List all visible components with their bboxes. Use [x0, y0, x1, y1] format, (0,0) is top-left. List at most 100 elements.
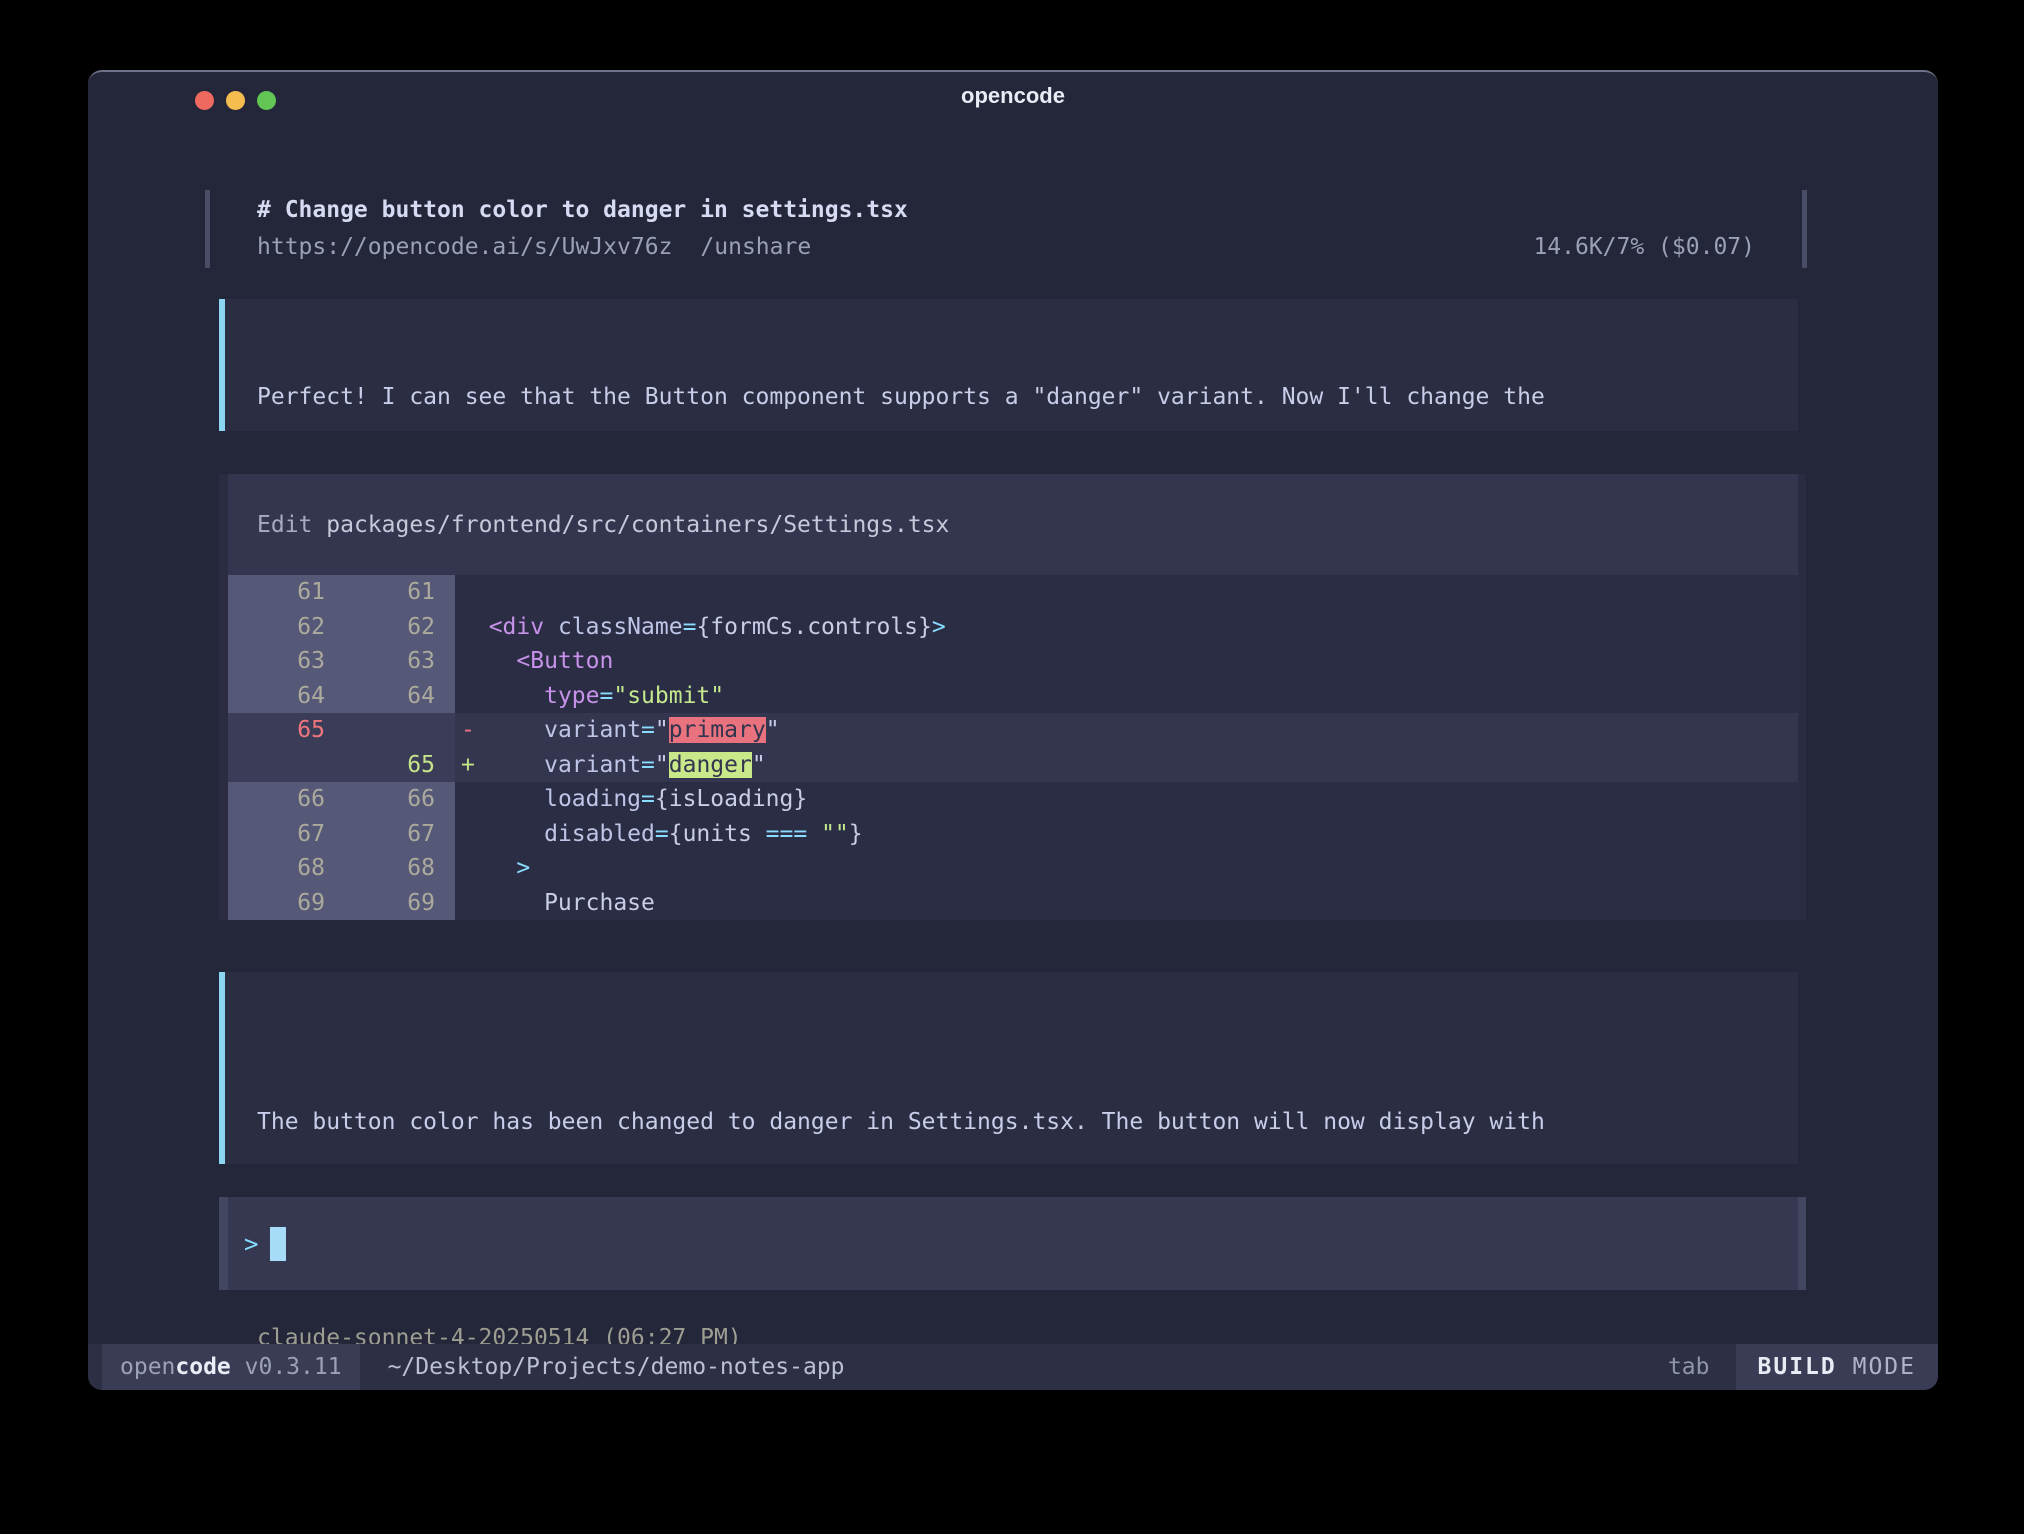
message-line: The button color has been changed to dan… — [257, 1104, 1798, 1140]
build-mode-chip: BUILD MODE — [1736, 1344, 1939, 1390]
code-token: type — [544, 683, 599, 709]
code-token: = — [683, 614, 697, 640]
code-token: Purchase — [461, 890, 655, 916]
code-token: "submit" — [613, 683, 724, 709]
line-number-new — [325, 713, 455, 748]
diff-row: 6868 > — [228, 851, 1798, 886]
line-number-new: 61 — [325, 575, 455, 610]
diff-code-line: <Button — [455, 644, 1798, 679]
line-number-new: 64 — [325, 679, 455, 714]
line-number-old: 63 — [228, 644, 325, 679]
code-token: " — [766, 717, 780, 743]
diff-code-line: - variant="primary" — [455, 713, 1798, 748]
app-version-chip: opencode v0.3.11 — [102, 1344, 360, 1390]
code-token — [461, 855, 516, 881]
diff-code-line: type="submit" — [455, 679, 1798, 714]
line-number-old: 67 — [228, 817, 325, 852]
code-token: danger — [669, 752, 752, 778]
share-url[interactable]: https://opencode.ai/s/UwJxv76z — [257, 229, 672, 266]
diff-row: 6161 — [228, 575, 1798, 610]
line-number-old: 64 — [228, 679, 325, 714]
code-token: > — [516, 855, 530, 881]
message-line: Perfect! I can see that the Button compo… — [257, 379, 1798, 415]
diff-code-line: > — [455, 851, 1798, 886]
diff-row: 65 - variant="primary" — [228, 713, 1798, 748]
code-token — [461, 821, 544, 847]
code-token: } — [849, 821, 863, 847]
unshare-command[interactable]: /unshare — [700, 229, 811, 266]
code-token — [461, 683, 544, 709]
code-token: <Button — [516, 648, 613, 674]
window-title: opencode — [88, 83, 1938, 109]
diff-row: 6666 loading={isLoading} — [228, 782, 1798, 817]
line-number-old: 65 — [228, 713, 325, 748]
line-number-old: 66 — [228, 782, 325, 817]
code-token: variant — [544, 752, 641, 778]
line-number-new: 65 — [325, 748, 455, 783]
code-token: = — [641, 786, 655, 812]
code-token — [475, 752, 544, 778]
diff-code-line: <div className={formCs.controls}> — [455, 610, 1798, 645]
code-token: = — [641, 717, 655, 743]
code-token: + — [461, 752, 475, 778]
code-token: <div — [489, 614, 544, 640]
code-token: " — [752, 752, 766, 778]
line-number-old — [228, 748, 325, 783]
text-cursor — [270, 1227, 286, 1261]
code-token: = — [641, 752, 655, 778]
code-token — [461, 786, 544, 812]
code-token: " — [655, 717, 669, 743]
edit-file-path: packages/frontend/src/containers/Setting… — [326, 512, 949, 538]
code-token: {formCs.controls} — [696, 614, 931, 640]
line-number-new: 68 — [325, 851, 455, 886]
code-token: {isLoading} — [655, 786, 807, 812]
line-number-new: 66 — [325, 782, 455, 817]
line-number-new: 69 — [325, 886, 455, 921]
edit-tool-card: Edit packages/frontend/src/containers/Se… — [219, 474, 1806, 920]
diff-code-line — [455, 575, 1798, 610]
session-title: # Change button color to danger in setti… — [257, 192, 1755, 229]
assistant-message: Perfect! I can see that the Button compo… — [219, 299, 1798, 431]
token-usage: 14.6K/7% ($0.07) — [1533, 229, 1755, 266]
code-token — [461, 614, 489, 640]
code-token: = — [599, 683, 613, 709]
status-bar: opencode v0.3.11 ~/Desktop/Projects/demo… — [88, 1344, 1938, 1390]
diff-row: 6262 <div className={formCs.controls}> — [228, 610, 1798, 645]
diff-code-line: disabled={units === ""} — [455, 817, 1798, 852]
opencode-window: opencode # Change button color to danger… — [88, 70, 1938, 1390]
diff-table: 61616262 <div className={formCs.controls… — [228, 575, 1798, 920]
code-token: === — [766, 821, 808, 847]
code-token: > — [932, 614, 946, 640]
title-bar: opencode — [88, 72, 1938, 127]
code-token: className — [544, 614, 682, 640]
line-number-new: 67 — [325, 817, 455, 852]
diff-row: 6363 <Button — [228, 644, 1798, 679]
code-token: loading — [544, 786, 641, 812]
line-number-new: 62 — [325, 610, 455, 645]
code-token: primary — [669, 717, 766, 743]
line-number-old: 69 — [228, 886, 325, 921]
line-number-old: 62 — [228, 610, 325, 645]
code-token: {units — [669, 821, 766, 847]
line-number-old: 68 — [228, 851, 325, 886]
code-token: - — [461, 717, 475, 743]
prompt-input[interactable]: > — [219, 1197, 1806, 1290]
session-header: # Change button color to danger in setti… — [205, 190, 1807, 268]
prompt-symbol: > — [244, 1230, 258, 1258]
edit-tool-label: Edit — [257, 512, 326, 538]
diff-code-line: loading={isLoading} — [455, 782, 1798, 817]
code-token — [461, 648, 516, 674]
line-number-old: 61 — [228, 575, 325, 610]
diff-row: 6969 Purchase — [228, 886, 1798, 921]
diff-code-line: Purchase — [455, 886, 1798, 921]
working-directory: ~/Desktop/Projects/demo-notes-app — [388, 1354, 845, 1380]
code-token: " — [655, 752, 669, 778]
tab-key-hint: tab — [1668, 1354, 1710, 1380]
code-token: = — [655, 821, 669, 847]
assistant-message: The button color has been changed to dan… — [219, 972, 1798, 1164]
code-token: disabled — [544, 821, 655, 847]
diff-code-line: + variant="danger" — [455, 748, 1798, 783]
code-token: "" — [807, 821, 849, 847]
diff-row: 6464 type="submit" — [228, 679, 1798, 714]
diff-row: 6767 disabled={units === ""} — [228, 817, 1798, 852]
